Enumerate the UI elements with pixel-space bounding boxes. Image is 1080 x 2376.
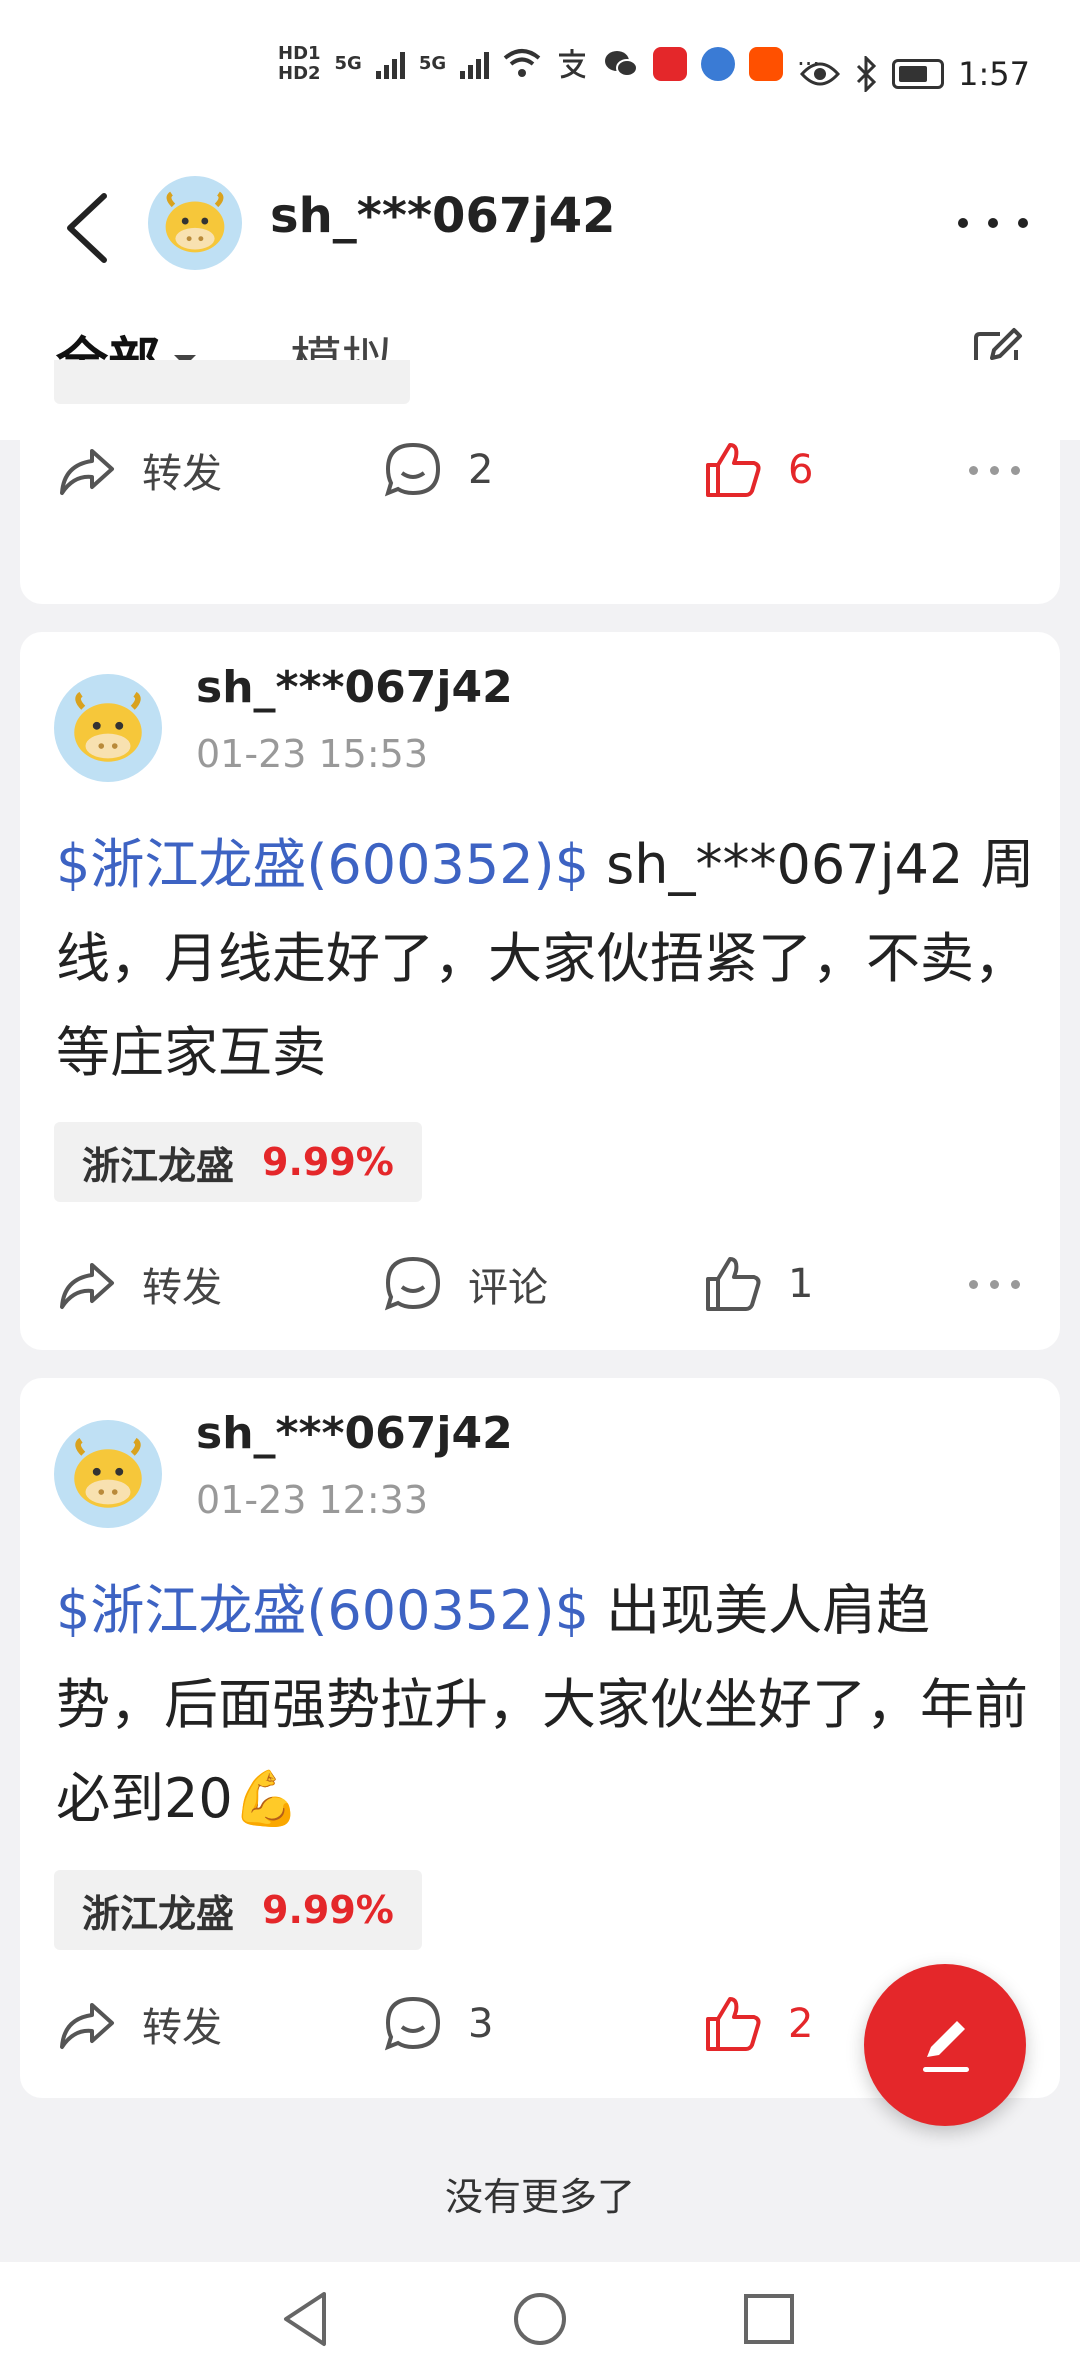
share-icon <box>60 449 114 495</box>
post-actions: 转发 评论 1 <box>20 1244 1060 1324</box>
back-button[interactable] <box>60 190 116 266</box>
cow-avatar-icon <box>165 191 225 253</box>
post-content: $浙江龙盛(600352)$ sh_***067j42 周线，月线走好了，大家伙… <box>56 818 1036 1100</box>
comment-button[interactable]: 3 <box>382 1984 493 2064</box>
post-more-button[interactable] <box>969 1244 1020 1324</box>
stock-tag[interactable]: 浙江龙盛 9.99% <box>54 1870 422 1950</box>
stock-tag-change: 9.99% <box>262 1140 394 1184</box>
hd-indicator: HD1 HD2 <box>278 44 321 84</box>
wechat-icon <box>605 51 639 77</box>
comment-count: 3 <box>468 2001 494 2047</box>
status-bar: HD1 HD2 5G 5G ··· 1:57 <box>0 0 1080 150</box>
comment-icon <box>384 442 441 497</box>
post-card[interactable]: sh_***067j42 01-23 15:53 $浙江龙盛(600352)$ … <box>20 632 1060 1350</box>
page-title: sh_***067j42 <box>270 188 616 244</box>
post-timestamp: 01-23 12:33 <box>196 1478 429 1522</box>
comment-icon <box>384 1996 441 2051</box>
like-count: 1 <box>788 1261 814 1307</box>
share-label: 转发 <box>142 1265 222 1311</box>
hd1-label: HD1 <box>278 43 321 64</box>
stock-tag-partial <box>54 360 410 404</box>
like-button[interactable]: 6 <box>702 430 813 510</box>
share-label: 转发 <box>142 451 222 497</box>
pencil-icon <box>923 2021 969 2072</box>
end-of-list-text: 没有更多了 <box>444 2175 635 2219</box>
post-author[interactable]: sh_***067j42 <box>196 662 513 713</box>
post-actions: 转发 2 6 <box>20 430 1060 510</box>
stock-link[interactable]: $浙江龙盛(600352)$ <box>56 833 589 896</box>
system-navigation-bar <box>0 2262 1080 2376</box>
stock-tag-change: 9.99% <box>262 1888 394 1932</box>
eye-icon <box>800 62 841 86</box>
status-left-icons: HD1 HD2 5G 5G ··· <box>278 44 820 84</box>
nav-recent-apps-icon[interactable] <box>736 2286 802 2352</box>
compose-post-button[interactable] <box>864 1964 1026 2126</box>
signal-icon-2 <box>460 49 490 79</box>
share-icon <box>60 1263 114 1309</box>
comment-icon <box>384 1256 441 1311</box>
post-more-button[interactable] <box>969 430 1020 510</box>
stock-tag-name: 浙江龙盛 <box>82 1143 235 1188</box>
post-content: $浙江龙盛(600352)$ 出现美人肩趋势，后面强势拉升，大家伙坐好了，年前必… <box>56 1564 1036 1846</box>
app-notification-icon <box>653 47 688 81</box>
status-right-icons: 1:57 <box>800 48 1030 100</box>
share-label: 转发 <box>142 2005 222 2051</box>
like-count: 6 <box>788 447 814 493</box>
like-count: 2 <box>788 2001 814 2047</box>
comment-label: 评论 <box>468 1265 548 1311</box>
post-author[interactable]: sh_***067j42 <box>196 1408 513 1459</box>
comment-count: 2 <box>468 447 494 493</box>
stock-tag[interactable]: 浙江龙盛 9.99% <box>54 1122 422 1202</box>
status-time: 1:57 <box>958 55 1030 93</box>
alipay-icon <box>559 49 586 79</box>
cow-avatar-icon <box>74 1437 142 1508</box>
share-button[interactable]: 转发 <box>56 1984 222 2064</box>
hd2-label: HD2 <box>278 63 321 84</box>
more-options-button[interactable] <box>958 208 1028 238</box>
like-button[interactable]: 2 <box>702 1984 813 2064</box>
share-icon <box>60 2003 114 2049</box>
battery-icon <box>892 59 945 89</box>
post-card-partial: 转发 2 6 <box>20 360 1060 604</box>
post-timestamp: 01-23 15:53 <box>196 732 429 776</box>
stock-tag-name: 浙江龙盛 <box>82 1891 235 1936</box>
avatar[interactable] <box>54 1420 162 1528</box>
avatar[interactable] <box>54 674 162 782</box>
signal-icon <box>375 49 405 79</box>
comment-button[interactable]: 2 <box>382 430 493 510</box>
stock-link[interactable]: $浙江龙盛(600352)$ <box>56 1579 589 1642</box>
app-notification-icon-2 <box>701 47 736 81</box>
network-type-label: 5G <box>334 53 362 74</box>
network-type-label-2: 5G <box>418 53 447 74</box>
cow-avatar-icon <box>74 691 142 762</box>
share-button[interactable]: 转发 <box>56 430 222 510</box>
thumbs-up-icon <box>706 443 761 497</box>
share-button[interactable]: 转发 <box>56 1244 222 1324</box>
thumbs-up-icon <box>706 1257 761 1311</box>
comment-button[interactable]: 评论 <box>382 1244 548 1324</box>
bluetooth-icon <box>857 56 877 92</box>
wifi-icon <box>503 49 541 77</box>
nav-back-icon[interactable] <box>274 2286 340 2352</box>
avatar[interactable] <box>148 176 242 270</box>
like-button[interactable]: 1 <box>702 1244 813 1324</box>
nav-home-icon[interactable] <box>507 2286 573 2352</box>
taobao-icon <box>749 47 784 81</box>
flexed-biceps-emoji: 💪 <box>232 1767 300 1830</box>
thumbs-up-icon <box>706 1997 761 2051</box>
